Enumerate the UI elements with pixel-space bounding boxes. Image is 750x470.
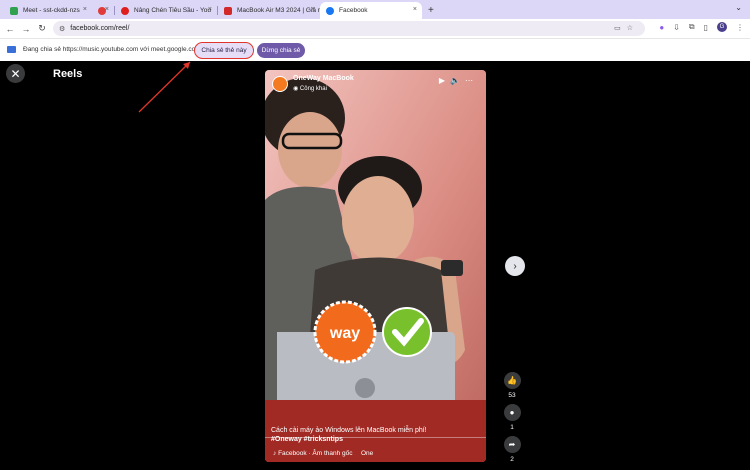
like-icon[interactable]: 👍 — [503, 372, 521, 389]
tab-youtube[interactable]: Nâng Chén Tiêu Sầu - You × — [115, 2, 217, 19]
tab-strip: Meet - sst-ckdd-nzs × × Nâng Chén Tiêu S… — [0, 0, 750, 19]
privacy-text: Công khai — [299, 86, 327, 92]
comment-icon[interactable]: ● — [503, 404, 521, 421]
url-text[interactable]: facebook.com/reel/ — [70, 25, 129, 32]
address-bar[interactable]: ⚙ facebook.com/reel/ ▭☆ — [53, 21, 645, 36]
tab-title: Facebook — [339, 7, 368, 14]
share-this-tab-button[interactable]: Chia sẻ thẻ này — [194, 42, 254, 59]
video-frame: way — [265, 70, 486, 462]
download-icon[interactable]: ⇩ — [673, 23, 680, 32]
forward-button[interactable]: → — [18, 24, 34, 34]
reel-caption: Cách cài máy ảo Windows lên MacBook miễn… — [271, 427, 427, 434]
comment-action: ● 1 — [502, 404, 522, 436]
facebook-icon — [326, 6, 334, 15]
audio-text: Facebook · Âm thanh gốc — [278, 450, 353, 457]
reel-video[interactable]: way OneWay MacBook ◉ Công khai ▶🔈⋯ Cách … — [265, 70, 486, 462]
sharing-status-text: Đang chia sẻ https://music.youtube.com v… — [23, 46, 201, 53]
stop-sharing-button[interactable]: Dừng chia sẻ — [257, 43, 305, 58]
puzzle-icon[interactable]: ⧉ — [689, 22, 695, 32]
close-icon[interactable]: × — [105, 6, 109, 13]
close-icon[interactable]: × — [413, 6, 417, 13]
youtube-icon — [121, 6, 129, 15]
chevron-down-icon[interactable]: ⌄ — [735, 3, 742, 12]
like-action: 👍 53 — [502, 372, 522, 404]
more-icon[interactable]: ⋯ — [465, 76, 478, 85]
share-icon[interactable]: ➦ — [503, 436, 521, 453]
reel-audio-artist[interactable]: One — [361, 450, 373, 457]
screen-share-bar: Đang chia sẻ https://music.youtube.com v… — [0, 38, 750, 61]
tab-recording[interactable]: × — [92, 2, 114, 19]
volume-icon[interactable]: 🔈 — [450, 76, 465, 85]
privacy-label: ◉ Công khai — [293, 86, 327, 92]
video-progress-bar[interactable] — [265, 436, 486, 438]
reel-audio[interactable]: ♪ Facebook · Âm thanh gốc — [273, 450, 353, 457]
video-controls: ▶🔈⋯ — [439, 76, 478, 85]
like-count: 53 — [508, 392, 516, 399]
tab-macbook[interactable]: MacBook Air M3 2024 | Giá r × — [218, 2, 320, 19]
svg-text:way: way — [329, 325, 360, 342]
google-meet-icon — [10, 6, 18, 15]
share-count: 2 — [510, 456, 514, 463]
site-info-icon[interactable]: ⚙ — [59, 25, 65, 33]
page-title: Reels — [53, 68, 83, 80]
menu-icon[interactable]: ⋮ — [736, 23, 744, 32]
reels-page: ✕ Reels way OneWay MacBook ◉ Công khai ▶… — [0, 61, 750, 470]
screen-share-icon — [7, 46, 16, 53]
toolbar-right: ● ⇩ ⧉ ▯ G ⋮ — [659, 22, 744, 32]
shop-icon — [224, 6, 232, 15]
reel-author[interactable]: OneWay MacBook — [293, 75, 354, 82]
new-tab-button[interactable]: + — [428, 5, 434, 16]
profile-avatar[interactable]: G — [717, 22, 727, 32]
reel-actions: 👍 53 ● 1 ➦ 2 — [502, 372, 522, 468]
comment-count: 1 — [510, 424, 514, 431]
close-reels-button[interactable]: ✕ — [6, 64, 25, 83]
page-avatar[interactable] — [272, 76, 288, 92]
close-icon[interactable]: × — [83, 6, 87, 13]
next-reel-button[interactable]: › — [505, 256, 525, 276]
browser-toolbar: ← → ↻ ⚙ facebook.com/reel/ ▭☆ ● ⇩ ⧉ ▯ G … — [0, 19, 750, 38]
tab-title: Meet - sst-ckdd-nzs — [23, 7, 80, 14]
tab-title: MacBook Air M3 2024 | Giá r — [237, 7, 320, 14]
extension-icon[interactable]: ● — [659, 23, 664, 32]
back-button[interactable]: ← — [2, 24, 18, 34]
reload-button[interactable]: ↻ — [34, 23, 50, 34]
sidebar-icon[interactable]: ▯ — [704, 23, 708, 32]
close-icon[interactable]: × — [208, 6, 212, 13]
tab-meet[interactable]: Meet - sst-ckdd-nzs × — [4, 2, 92, 19]
tab-title: Nâng Chén Tiêu Sầu - You — [134, 7, 211, 14]
share-action: ➦ 2 — [502, 436, 522, 468]
bookmark-star-icon[interactable]: ▭☆ — [614, 24, 639, 32]
tab-facebook[interactable]: Facebook × — [320, 2, 422, 19]
play-icon[interactable]: ▶ — [439, 76, 450, 85]
close-icon[interactable]: × — [311, 6, 315, 13]
